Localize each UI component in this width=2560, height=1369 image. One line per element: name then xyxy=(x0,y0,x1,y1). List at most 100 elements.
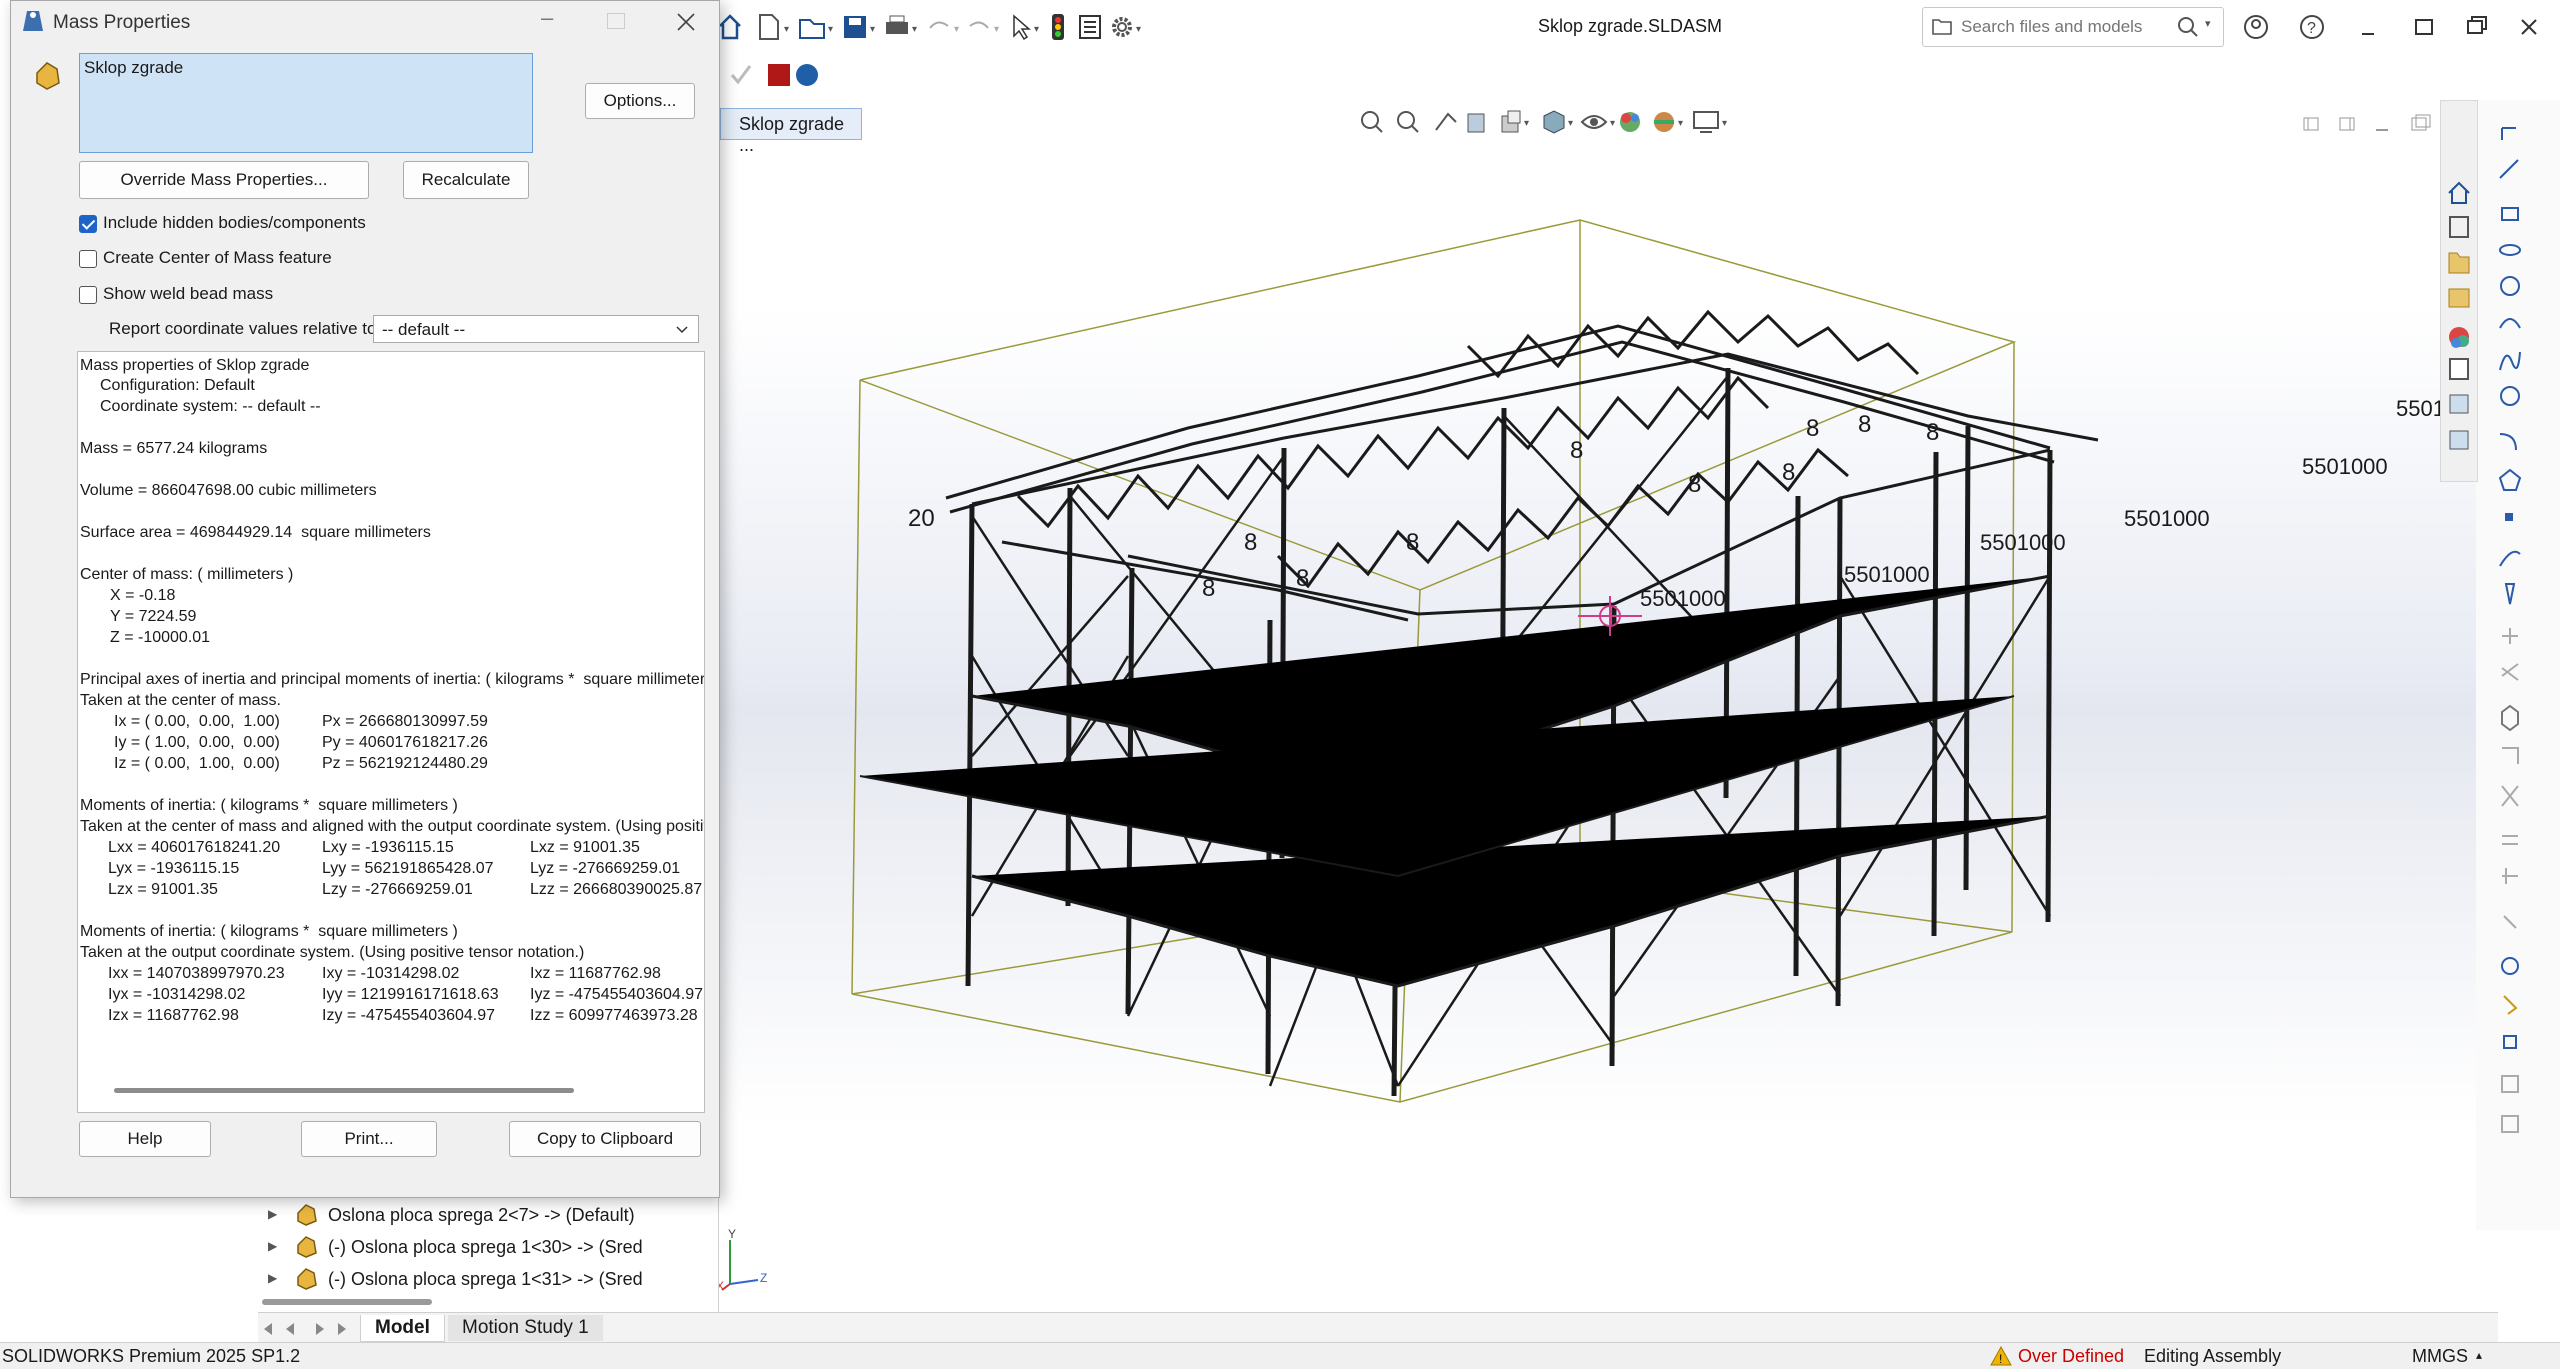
task-pane-icons[interactable] xyxy=(2447,179,2473,479)
document-title: Sklop zgrade.SLDASM xyxy=(1537,16,1723,36)
results-header: Mass properties of Sklop zgrade xyxy=(80,357,310,374)
svg-text:▾: ▾ xyxy=(1136,24,1141,35)
results-principal-axis: Iz = ( 0.00, 1.00, 0.00) xyxy=(114,755,280,772)
svg-text:5501000: 5501000 xyxy=(2302,454,2388,479)
svg-text:8: 8 xyxy=(1244,529,1257,556)
units-dropdown-icon[interactable]: ▴ xyxy=(2476,1348,2482,1362)
search-input[interactable] xyxy=(1959,15,2183,39)
tree-item-label: (-) Oslona ploca sprega 1<31> -> (Sred xyxy=(328,1269,643,1289)
include-hidden-checkbox[interactable] xyxy=(79,215,97,233)
selected-items-list[interactable]: Sklop zgrade xyxy=(79,53,533,153)
results-com-y: Y = 7224.59 xyxy=(110,608,197,625)
svg-text:▾: ▾ xyxy=(1034,24,1039,35)
svg-text:8: 8 xyxy=(1202,575,1215,602)
results-moi-value: Lzy = -276669259.01 xyxy=(322,881,473,898)
component-icon xyxy=(297,1268,317,1290)
results-moi-value: Lzx = 91001.35 xyxy=(108,881,218,898)
feature-manager-tree[interactable]: ▶ Oslona ploca sprega 2<7> -> (Default) … xyxy=(0,1195,719,1315)
results-moi-value: Izz = 609977463973.28 xyxy=(530,1007,698,1024)
svg-text:5501000: 5501000 xyxy=(1640,586,1726,611)
svg-text:▾: ▾ xyxy=(828,24,833,35)
warning-icon[interactable]: ! xyxy=(1990,1345,2012,1366)
graphics-area[interactable]: Sklop zgrade ... ▾ ▾ ▾ ▾ ▾ 20 8 8 8 8 8 … xyxy=(716,56,2498,1314)
task-pane-tabs[interactable] xyxy=(2440,100,2478,482)
maximize-icon xyxy=(2467,16,2487,34)
results-principal-axis: Iy = ( 1.00, 0.00, 0.00) xyxy=(114,734,280,751)
units-indicator[interactable]: MMGS xyxy=(2412,1346,2468,1367)
window-controls: ? xyxy=(2244,15,2537,39)
results-mass: Mass = 6577.24 kilograms xyxy=(80,440,268,457)
results-h-scrollbar[interactable] xyxy=(114,1088,574,1093)
results-principal-moment: Pz = 562192124480.29 xyxy=(322,755,488,772)
results-coordinate-system: Coordinate system: -- default -- xyxy=(100,398,321,415)
search-box[interactable]: ▾ xyxy=(1922,7,2224,47)
tab-scroll-arrows[interactable] xyxy=(260,1319,356,1339)
results-moi-value: Iyy = 1219916171618.63 xyxy=(322,986,499,1003)
results-moi-value: Lyx = -1936115.15 xyxy=(108,860,240,877)
copy-to-clipboard-button[interactable]: Copy to Clipboard xyxy=(509,1121,701,1157)
results-moi-value: Iyx = -10314298.02 xyxy=(108,986,246,1003)
sketch-toolbar[interactable] xyxy=(2476,100,2560,1230)
results-com-x: X = -0.18 xyxy=(110,587,176,604)
help-button[interactable]: Help xyxy=(79,1121,211,1157)
results-com-z: Z = -10000.01 xyxy=(110,629,211,646)
selected-item[interactable]: Sklop zgrade xyxy=(84,58,183,78)
create-com-checkbox[interactable] xyxy=(79,250,97,268)
tree-h-scrollbar[interactable] xyxy=(262,1299,432,1305)
svg-text:Z: Z xyxy=(760,1271,767,1285)
reference-triad: Y X Z xyxy=(716,1227,767,1293)
recalculate-button[interactable]: Recalculate xyxy=(403,161,529,199)
results-moi-com-header: Moments of inertia: ( kilograms * square… xyxy=(80,797,458,814)
sketch-tool-icons[interactable] xyxy=(2494,116,2554,1216)
restore-panel-icon xyxy=(2415,19,2433,35)
help-icon: ? xyxy=(2300,15,2324,39)
svg-text:8: 8 xyxy=(1806,415,1819,442)
dialog-close-icon[interactable] xyxy=(677,13,695,31)
search-icon[interactable] xyxy=(2177,16,2199,38)
results-moi-value: Lxx = 406017618241.20 xyxy=(108,839,281,856)
coordinate-system-select[interactable]: -- default -- xyxy=(373,315,699,343)
tree-item-label: Oslona ploca sprega 2<7> -> (Default) xyxy=(328,1205,635,1225)
component-icon xyxy=(297,1236,317,1258)
tab-motion-study[interactable]: Motion Study 1 xyxy=(448,1315,603,1341)
dialog-minimize-icon[interactable]: – xyxy=(541,5,553,31)
svg-text:8: 8 xyxy=(1688,471,1701,498)
results-principal-taken: Taken at the center of mass. xyxy=(80,692,281,709)
results-configuration: Configuration: Default xyxy=(100,377,255,394)
svg-text:5501000: 5501000 xyxy=(1844,562,1930,587)
results-volume: Volume = 866047698.00 cubic millimeters xyxy=(80,482,377,499)
results-moi-value: Izy = -475455403604.97 xyxy=(322,1007,496,1024)
results-moi-value: Lzz = 266680390025.87 xyxy=(530,881,703,898)
search-dropdown-icon[interactable]: ▾ xyxy=(2205,17,2211,30)
component-icon xyxy=(297,1204,317,1226)
weld-bead-checkbox[interactable] xyxy=(79,286,97,304)
options-button[interactable]: Options... xyxy=(585,83,695,119)
svg-text:8: 8 xyxy=(1406,529,1419,556)
svg-text:▾: ▾ xyxy=(870,24,875,35)
results-principal-header: Principal axes of inertia and principal … xyxy=(80,671,705,688)
tab-model[interactable]: Model xyxy=(360,1315,445,1342)
toolbar-icons[interactable]: ▾ ▾ ▾ ▾ ▾ ▾ ▾ ▾ xyxy=(718,12,1358,42)
weld-annotations: 20 8 8 8 8 8 8 8 8 8 8 5501000 5501000 5… xyxy=(908,396,2482,611)
print-button[interactable]: Print... xyxy=(301,1121,437,1157)
editing-status: Editing Assembly xyxy=(2144,1346,2282,1366)
results-moi-value: Lxz = 91001.35 xyxy=(530,839,640,856)
svg-text:8: 8 xyxy=(1782,459,1795,486)
svg-text:8: 8 xyxy=(1858,411,1871,438)
expand-arrow-icon[interactable]: ▶ xyxy=(268,1239,277,1253)
svg-text:▾: ▾ xyxy=(994,24,999,35)
expand-arrow-icon[interactable]: ▶ xyxy=(268,1271,277,1285)
assembly-model[interactable]: 20 8 8 8 8 8 8 8 8 8 8 5501000 5501000 5… xyxy=(718,56,2498,1314)
results-moi-out-header: Moments of inertia: ( kilograms * square… xyxy=(80,923,458,940)
results-moi-value: Lyy = 562191865428.07 xyxy=(322,860,494,877)
results-moi-value: Lxy = -1936115.15 xyxy=(322,839,454,856)
results-principal-moment: Py = 406017618217.26 xyxy=(322,734,488,751)
account-icon xyxy=(2244,15,2268,39)
dialog-maximize-icon[interactable] xyxy=(607,13,625,29)
svg-text:▾: ▾ xyxy=(954,24,959,35)
over-defined-status[interactable]: Over Defined xyxy=(2018,1346,2124,1367)
override-mass-properties-button[interactable]: Override Mass Properties... xyxy=(79,161,369,199)
expand-arrow-icon[interactable]: ▶ xyxy=(268,1207,277,1221)
tree-item-label: (-) Oslona ploca sprega 1<30> -> (Sred xyxy=(328,1237,643,1257)
mass-properties-results[interactable]: Mass properties of Sklop zgrade Configur… xyxy=(77,351,705,1113)
